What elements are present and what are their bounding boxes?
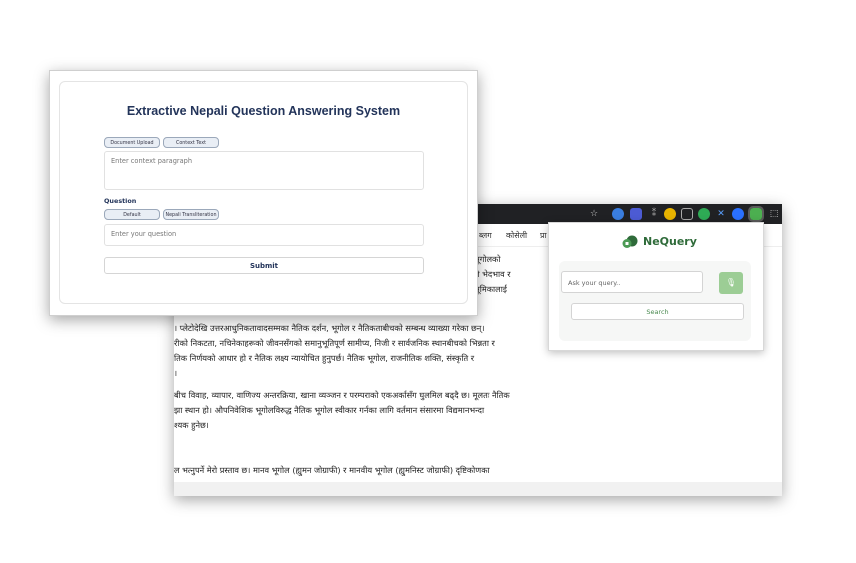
qa-app-window: Extractive Nepali Question Answering Sys… bbox=[49, 70, 478, 316]
nav-link[interactable]: कोसेली bbox=[506, 230, 527, 241]
submit-button[interactable]: Submit bbox=[104, 257, 424, 274]
question-label: Question bbox=[104, 197, 137, 205]
query-input[interactable]: Ask your query.. bbox=[561, 271, 703, 293]
article-line: श्यक हुनेछ। bbox=[174, 420, 209, 430]
nequery-extension-icon[interactable] bbox=[748, 206, 764, 222]
context-textarea[interactable]: Enter context paragraph bbox=[104, 151, 424, 190]
extension-icon[interactable]: ⁑ bbox=[648, 208, 660, 220]
nav-link[interactable]: ब्लग bbox=[479, 230, 492, 241]
extension-icon[interactable]: ✕ bbox=[715, 208, 727, 220]
tab-context-text[interactable]: Context Text bbox=[163, 137, 219, 148]
chat-bubbles-icon bbox=[622, 235, 638, 248]
article-line: बीच विवाह, व्यापार, वाणिज्य अन्तरक्रिया,… bbox=[174, 390, 510, 400]
article-line: तिक निर्णयको आधार हो र नैतिक लक्ष्य न्या… bbox=[174, 353, 475, 363]
browser-footer bbox=[174, 482, 782, 496]
article-line: । प्लेटोदेखि उत्तरआधुनिकतावादसम्मका नैति… bbox=[174, 323, 485, 333]
extension-icon[interactable] bbox=[681, 208, 693, 220]
search-button[interactable]: Search bbox=[571, 303, 744, 320]
question-input[interactable]: Enter your question bbox=[104, 224, 424, 246]
puzzle-icon[interactable]: ⬚ bbox=[768, 208, 780, 220]
nav-link[interactable]: प्रा bbox=[540, 230, 547, 241]
star-icon[interactable]: ☆ bbox=[588, 208, 600, 220]
article-line: झा स्थान हो। औपनिवेशिक भूगोलविरुद्ध नैति… bbox=[174, 405, 485, 415]
extension-icon[interactable] bbox=[664, 208, 676, 220]
article-line: रीको निकटता, नचिनेकाहरूको जीवनसँगको समान… bbox=[174, 338, 495, 348]
extension-icon[interactable] bbox=[698, 208, 710, 220]
tab-default[interactable]: Default bbox=[104, 209, 160, 220]
microphone-icon[interactable]: 🎙 bbox=[719, 272, 743, 294]
nequery-popup: NeQuery Ask your query.. 🎙 Search bbox=[548, 222, 764, 351]
extension-icon[interactable] bbox=[612, 208, 624, 220]
article-line: । bbox=[174, 368, 178, 378]
article-line: ल भत्नुपर्ने मेरो प्रस्ताव छ। मानव भूगोल… bbox=[174, 465, 490, 475]
extension-icon[interactable] bbox=[732, 208, 744, 220]
page-title: Extractive Nepali Question Answering Sys… bbox=[126, 104, 401, 118]
tab-nepali-transliteration[interactable]: Nepali Transliteration bbox=[163, 209, 219, 220]
article-line: भूगोलको bbox=[474, 254, 501, 264]
tab-document-upload[interactable]: Document Upload bbox=[104, 137, 160, 148]
popup-title: NeQuery bbox=[643, 235, 697, 248]
extension-icon[interactable] bbox=[630, 208, 642, 220]
article-line: ले भेदभाव र bbox=[474, 269, 511, 279]
article-line: भूमिकालाई bbox=[474, 284, 507, 294]
